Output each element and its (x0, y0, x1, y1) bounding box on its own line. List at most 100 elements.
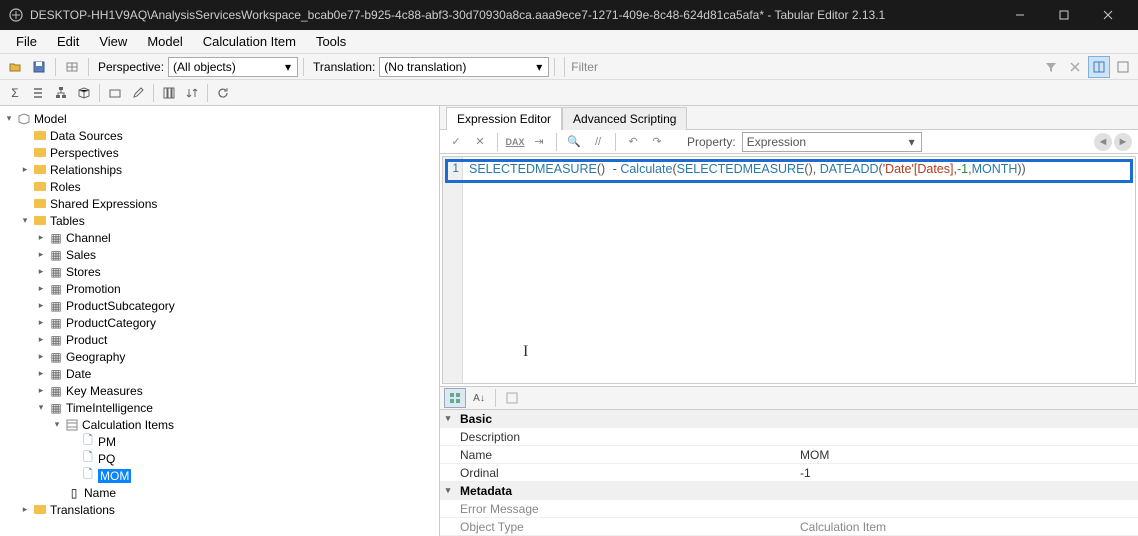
table-icon: ▦ (48, 299, 64, 313)
nav-forward-icon[interactable]: ► (1114, 133, 1132, 151)
text-cursor-icon: I (523, 343, 528, 361)
comment-icon[interactable]: // (588, 132, 608, 152)
columns-icon[interactable] (158, 82, 180, 104)
minimize-button[interactable] (998, 0, 1042, 30)
tree-node-tables[interactable]: Tables (50, 214, 85, 228)
prop-name-value[interactable]: MOM (796, 448, 1138, 462)
hierarchy-icon[interactable] (50, 82, 72, 104)
table-icon: ▦ (48, 350, 64, 364)
close-button[interactable] (1086, 0, 1130, 30)
list-icon[interactable] (27, 82, 49, 104)
tree-table-sales[interactable]: Sales (66, 248, 96, 262)
table-icon: ▦ (48, 316, 64, 330)
property-combo[interactable]: Expression ▾ (742, 132, 922, 152)
translation-combo[interactable]: (No translation) ▾ (379, 57, 549, 77)
code-area[interactable]: SELECTEDMEASURE() - Calculate(SELECTEDME… (463, 157, 1135, 383)
sort-icon[interactable] (181, 82, 203, 104)
expression-editor[interactable]: 1 SELECTEDMEASURE() - Calculate(SELECTED… (442, 156, 1136, 384)
categorized-icon[interactable] (444, 388, 466, 408)
table-icon: ▦ (48, 265, 64, 279)
line-gutter: 1 (443, 157, 463, 383)
tree-table-product[interactable]: Product (66, 333, 107, 347)
calc-item-icon: 🗋 (80, 435, 96, 449)
prop-description[interactable]: Description (456, 430, 796, 444)
nav-back-icon[interactable]: ◄ (1094, 133, 1112, 151)
indent-icon[interactable]: ⇥ (529, 132, 549, 152)
prop-name[interactable]: Name (456, 448, 796, 462)
refresh-icon[interactable] (212, 82, 234, 104)
menu-calculation-item[interactable]: Calculation Item (195, 32, 304, 51)
deploy-icon[interactable] (61, 56, 83, 78)
undo-icon[interactable]: ↶ (623, 132, 643, 152)
tree-node-relationships[interactable]: Relationships (50, 163, 122, 177)
perspective-combo[interactable]: (All objects) ▾ (168, 57, 298, 77)
model-tree[interactable]: ▾Model Data Sources Perspectives ▸Relati… (0, 106, 440, 536)
tab-advanced-scripting[interactable]: Advanced Scripting (562, 107, 687, 130)
prop-ordinal[interactable]: Ordinal (456, 466, 796, 480)
measure-icon[interactable]: Σ (4, 82, 26, 104)
tree-table-keymeasures[interactable]: Key Measures (66, 384, 143, 398)
filter-input[interactable]: Filter (564, 57, 1038, 77)
tree-table-productsubcategory[interactable]: ProductSubcategory (66, 299, 175, 313)
tree-column-name[interactable]: Name (84, 486, 116, 500)
perspective-label: Perspective: (94, 60, 166, 74)
right-pane: Expression Editor Advanced Scripting ✓ ✕… (440, 106, 1138, 536)
tree-table-promotion[interactable]: Promotion (66, 282, 121, 296)
table-icon: ▦ (48, 384, 64, 398)
layout-split-icon[interactable] (1088, 56, 1110, 78)
menu-view[interactable]: View (91, 32, 135, 51)
open-icon[interactable] (4, 56, 26, 78)
tree-node-roles[interactable]: Roles (50, 180, 81, 194)
property-toolbar: A↓ (440, 386, 1138, 410)
menu-edit[interactable]: Edit (49, 32, 87, 51)
tree-node-sharedexpr[interactable]: Shared Expressions (50, 197, 157, 211)
model-icon (16, 112, 32, 126)
main-toolbar: Perspective: (All objects) ▾ Translation… (0, 54, 1138, 80)
app-icon (8, 7, 24, 23)
alphabetical-icon[interactable]: A↓ (468, 388, 490, 408)
translation-label: Translation: (309, 60, 377, 74)
dax-format-icon[interactable]: DAX (505, 132, 525, 152)
tree-node-model[interactable]: Model (34, 112, 67, 126)
tree-calcitem-pq[interactable]: PQ (98, 452, 115, 466)
cancel-icon[interactable]: ✕ (470, 132, 490, 152)
property-grid[interactable]: ▾Basic Description NameMOM Ordinal-1 ▾Me… (440, 410, 1138, 536)
menu-file[interactable]: File (8, 32, 45, 51)
table-icon: ▦ (48, 367, 64, 381)
find-icon[interactable]: 🔍 (564, 132, 584, 152)
menu-tools[interactable]: Tools (308, 32, 354, 51)
tree-calcitem-mom[interactable]: MOM (98, 469, 131, 483)
prop-category-metadata[interactable]: Metadata (456, 484, 796, 498)
tree-table-geography[interactable]: Geography (66, 350, 125, 364)
prop-object-type-value: Calculation Item (796, 520, 1138, 534)
filter-icon[interactable] (1040, 56, 1062, 78)
clear-filter-icon[interactable] (1064, 56, 1086, 78)
chevron-down-icon: ▾ (534, 60, 544, 74)
prop-ordinal-value[interactable]: -1 (796, 466, 1138, 480)
tree-calcitem-pm[interactable]: PM (98, 435, 116, 449)
tree-table-timeintelligence[interactable]: TimeIntelligence (66, 401, 153, 415)
tree-toolbar: Σ (0, 80, 1138, 106)
tab-expression-editor[interactable]: Expression Editor (446, 107, 562, 130)
tree-table-date[interactable]: Date (66, 367, 91, 381)
menu-model[interactable]: Model (139, 32, 190, 51)
folder-icon[interactable] (104, 82, 126, 104)
tree-node-datasources[interactable]: Data Sources (50, 129, 123, 143)
accept-icon[interactable]: ✓ (446, 132, 466, 152)
redo-icon[interactable]: ↷ (647, 132, 667, 152)
tree-table-channel[interactable]: Channel (66, 231, 111, 245)
save-icon[interactable] (28, 56, 50, 78)
tree-calculation-items[interactable]: Calculation Items (82, 418, 174, 432)
layout-single-icon[interactable] (1112, 56, 1134, 78)
tree-node-translations[interactable]: Translations (50, 503, 115, 517)
cube-icon[interactable] (73, 82, 95, 104)
maximize-button[interactable] (1042, 0, 1086, 30)
prop-category-basic[interactable]: Basic (456, 412, 796, 426)
edit-icon[interactable] (127, 82, 149, 104)
property-pages-icon[interactable] (501, 388, 523, 408)
tree-table-productcategory[interactable]: ProductCategory (66, 316, 156, 330)
tree-table-stores[interactable]: Stores (66, 265, 101, 279)
tree-node-perspectives[interactable]: Perspectives (50, 146, 119, 160)
prop-object-type: Object Type (456, 520, 796, 534)
editor-tabs: Expression Editor Advanced Scripting (440, 106, 1138, 130)
